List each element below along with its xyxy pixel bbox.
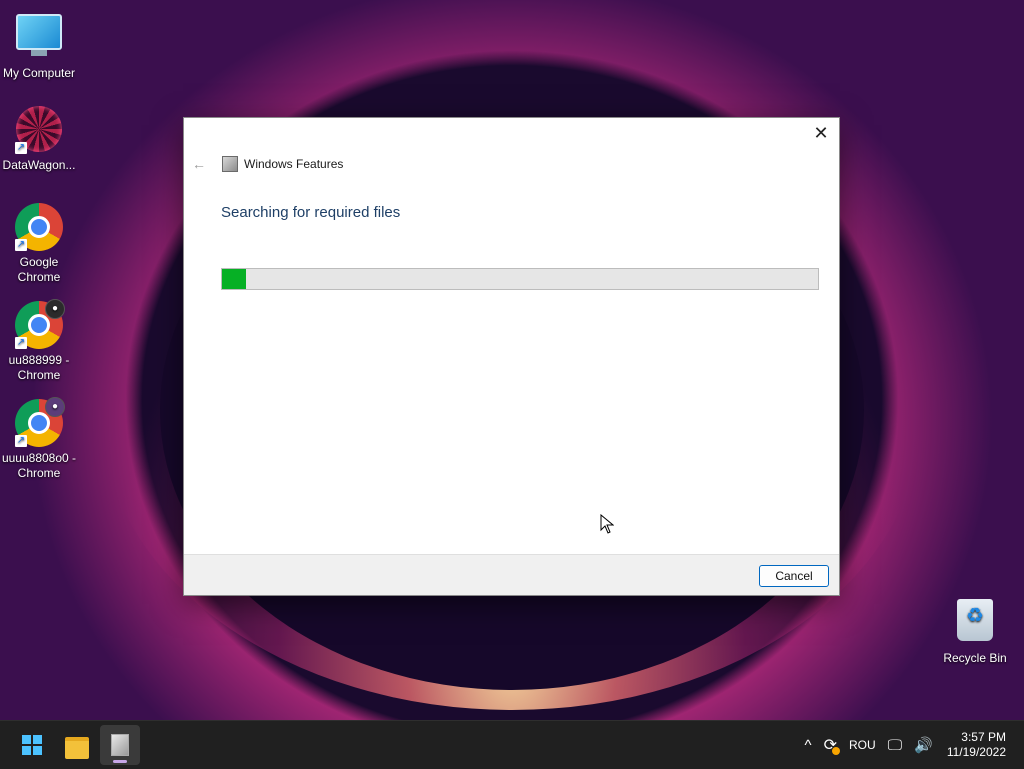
clock[interactable]: 3:57 PM 11/19/2022 [947,730,1006,760]
desktop-icon-uuuu8808o0-chrome[interactable]: ● ↗ uuuu8808o0 - Chrome [0,397,78,481]
shortcut-arrow-icon: ↗ [15,239,27,251]
desktop-icon-recycle-bin[interactable]: ♻ Recycle Bin [936,597,1014,666]
show-hidden-icons-chevron-icon[interactable]: ^ [805,737,812,754]
folder-icon [65,737,89,759]
datawagon-logo-icon: ↗ [15,106,63,154]
taskbar-file-explorer[interactable] [57,725,97,765]
desktop-icon-label: uuuu8808o0 - Chrome [1,451,77,480]
network-icon[interactable]: 🖵 [888,737,902,754]
shortcut-arrow-icon: ↗ [15,337,27,349]
desktop-icon-uu888999-chrome[interactable]: ● ↗ uu888999 - Chrome [0,299,78,383]
desktop-icon-label: My Computer [2,66,76,80]
start-button[interactable] [12,725,52,765]
sync-icon[interactable]: ⟳ [824,735,840,755]
back-arrow-icon[interactable]: ← [192,156,208,172]
language-indicator[interactable]: ROU [849,738,876,752]
windows-features-icon [111,734,129,756]
dialog-nav-row: ← Windows Features [192,154,343,174]
monitor-icon [15,14,63,62]
desktop-icon-label: DataWagon... [2,158,76,172]
desktop-icon-label: uu888999 - Chrome [8,353,70,382]
windows-features-dialog: ✕ ← Windows Features Searching for requi… [183,117,840,596]
chrome-icon: ↗ [15,203,63,251]
profile-badge-icon: ● [45,299,65,319]
cancel-button[interactable]: Cancel [759,565,829,587]
taskbar: ^ ⟳ ROU 🖵 🔊 3:57 PM 11/19/2022 [0,720,1024,769]
progress-bar-fill [222,269,246,289]
shortcut-arrow-icon: ↗ [15,435,27,447]
desktop-icon-google-chrome[interactable]: ↗ Google Chrome [0,203,78,285]
desktop-icon-my-computer[interactable]: My Computer [0,10,78,81]
dialog-title: Windows Features [244,157,344,171]
progress-bar [221,268,819,290]
profile-badge-icon: ● [45,397,65,417]
shortcut-arrow-icon: ↗ [15,142,27,154]
active-indicator [113,760,127,763]
volume-icon[interactable]: 🔊 [914,736,933,754]
close-button[interactable]: ✕ [809,122,833,144]
desktop-icon-label: Google Chrome [17,255,61,284]
chrome-icon: ● ↗ [15,397,65,447]
chrome-icon: ● ↗ [15,299,65,349]
desktop-icon-datawagon[interactable]: ↗ DataWagon... [0,106,78,173]
clock-date: 11/19/2022 [946,745,1006,759]
system-tray: ^ ⟳ ROU 🖵 🔊 3:57 PM 11/19/2022 [799,721,1024,769]
windows-features-icon [222,156,238,172]
status-heading: Searching for required files [221,204,401,221]
windows-logo-icon [22,735,42,755]
dialog-footer: Cancel [184,554,839,595]
taskbar-windows-features[interactable] [100,725,140,765]
clock-time: 3:57 PM [961,730,1006,744]
recycle-bin-icon: ♻ [951,599,999,647]
desktop-icon-label: Recycle Bin [943,651,1007,665]
